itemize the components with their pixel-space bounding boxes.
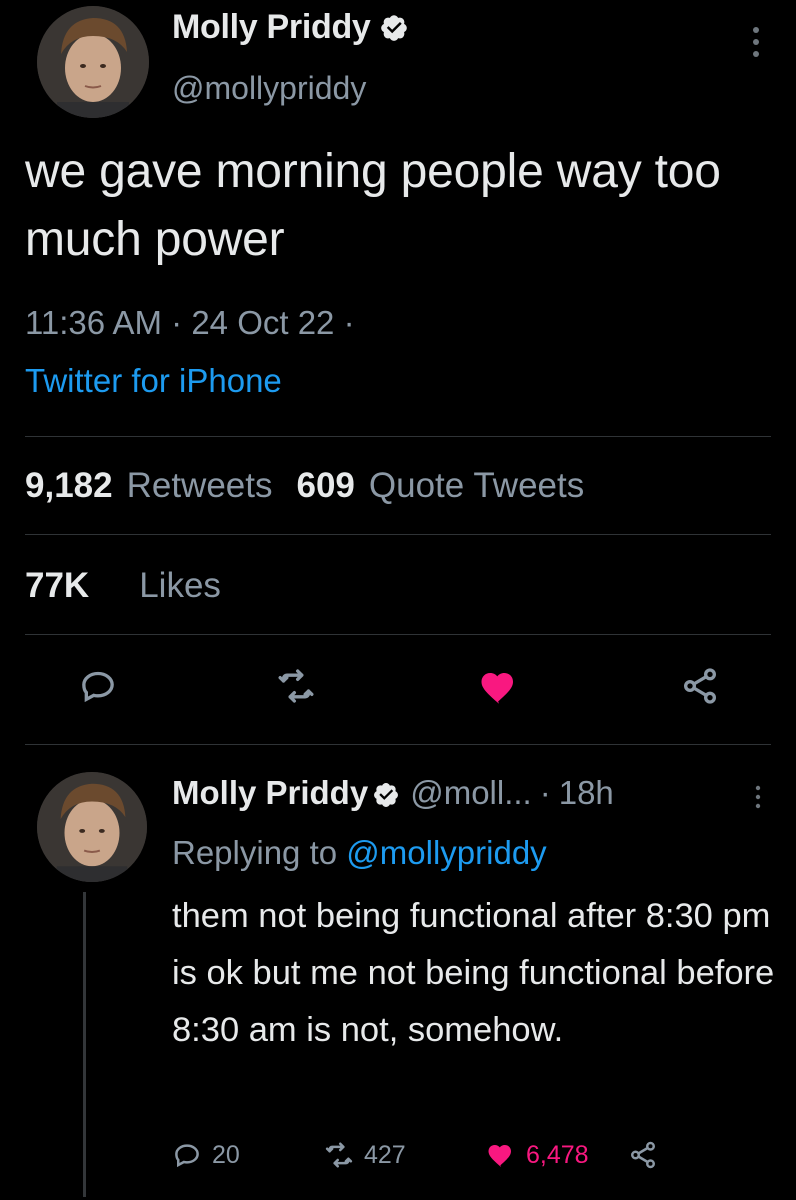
heart-icon[interactable] <box>478 666 522 710</box>
reply-text: them not being functional after 8:30 pm … <box>172 897 775 1049</box>
share-icon[interactable] <box>628 1140 658 1170</box>
replying-to-mention[interactable]: @mollypriddy <box>346 834 546 871</box>
separator: · <box>343 304 355 341</box>
thread-line <box>83 892 86 1197</box>
reply-icon <box>175 1144 199 1168</box>
like-count: 6,478 <box>526 1140 589 1169</box>
reply-retweet-action[interactable]: 427 <box>324 1140 406 1170</box>
heart-icon <box>488 1145 511 1167</box>
tweet-action-bar <box>0 660 796 720</box>
replying-to: Replying to @mollypriddy <box>172 834 547 872</box>
verified-badge-icon <box>372 779 400 807</box>
more-icon[interactable] <box>748 782 768 812</box>
reply-header: Molly Priddy @moll... · 18h <box>172 774 614 812</box>
reply-reply-action[interactable]: 20 <box>172 1140 240 1170</box>
divider <box>25 744 771 745</box>
retweet-icon[interactable] <box>276 666 320 710</box>
reply-action-bar: 20 427 6,478 <box>172 1140 772 1180</box>
quotes-count[interactable]: 609 <box>297 466 355 506</box>
reply-icon[interactable] <box>78 666 122 710</box>
divider <box>25 436 771 437</box>
reply-count: 20 <box>212 1140 240 1169</box>
reply-like-action[interactable]: 6,478 <box>486 1140 589 1170</box>
divider <box>25 534 771 535</box>
author-avatar[interactable] <box>37 6 149 118</box>
retweet-count: 427 <box>364 1140 406 1169</box>
likes-label[interactable]: Likes <box>139 566 221 606</box>
retweet-icon <box>325 1142 353 1168</box>
tweet-time: 11:36 AM <box>25 304 162 341</box>
retweets-label[interactable]: Retweets <box>127 466 273 506</box>
reply-author-avatar[interactable] <box>37 772 147 882</box>
retweet-stats: 9,182 Retweets 609 Quote Tweets <box>25 466 608 506</box>
reply-author-handle[interactable]: @moll... <box>410 774 532 812</box>
share-icon[interactable] <box>680 666 724 710</box>
more-icon[interactable] <box>744 22 768 62</box>
reply-author-name[interactable]: Molly Priddy <box>172 774 368 812</box>
author-name-row[interactable]: Molly Priddy <box>172 8 409 47</box>
reply-age[interactable]: 18h <box>559 774 614 812</box>
separator: · <box>539 774 551 811</box>
separator: · <box>171 304 192 341</box>
likes-stats: 77K Likes <box>25 566 245 606</box>
quotes-label[interactable]: Quote Tweets <box>369 466 584 506</box>
retweets-count[interactable]: 9,182 <box>25 466 113 506</box>
verified-badge-icon <box>379 13 409 43</box>
author-name[interactable]: Molly Priddy <box>172 8 371 47</box>
tweet-text: we gave morning people way too much powe… <box>25 145 721 266</box>
tweet-date: 24 Oct 22 <box>191 304 335 341</box>
tweet-source-link[interactable]: Twitter for iPhone <box>25 362 282 400</box>
likes-count[interactable]: 77K <box>25 566 89 606</box>
author-handle[interactable]: @mollypriddy <box>172 70 366 107</box>
replying-prefix: Replying to <box>172 834 338 871</box>
divider <box>25 634 771 635</box>
tweet-timestamp[interactable]: 11:36 AM · 24 Oct 22 · <box>25 304 355 342</box>
